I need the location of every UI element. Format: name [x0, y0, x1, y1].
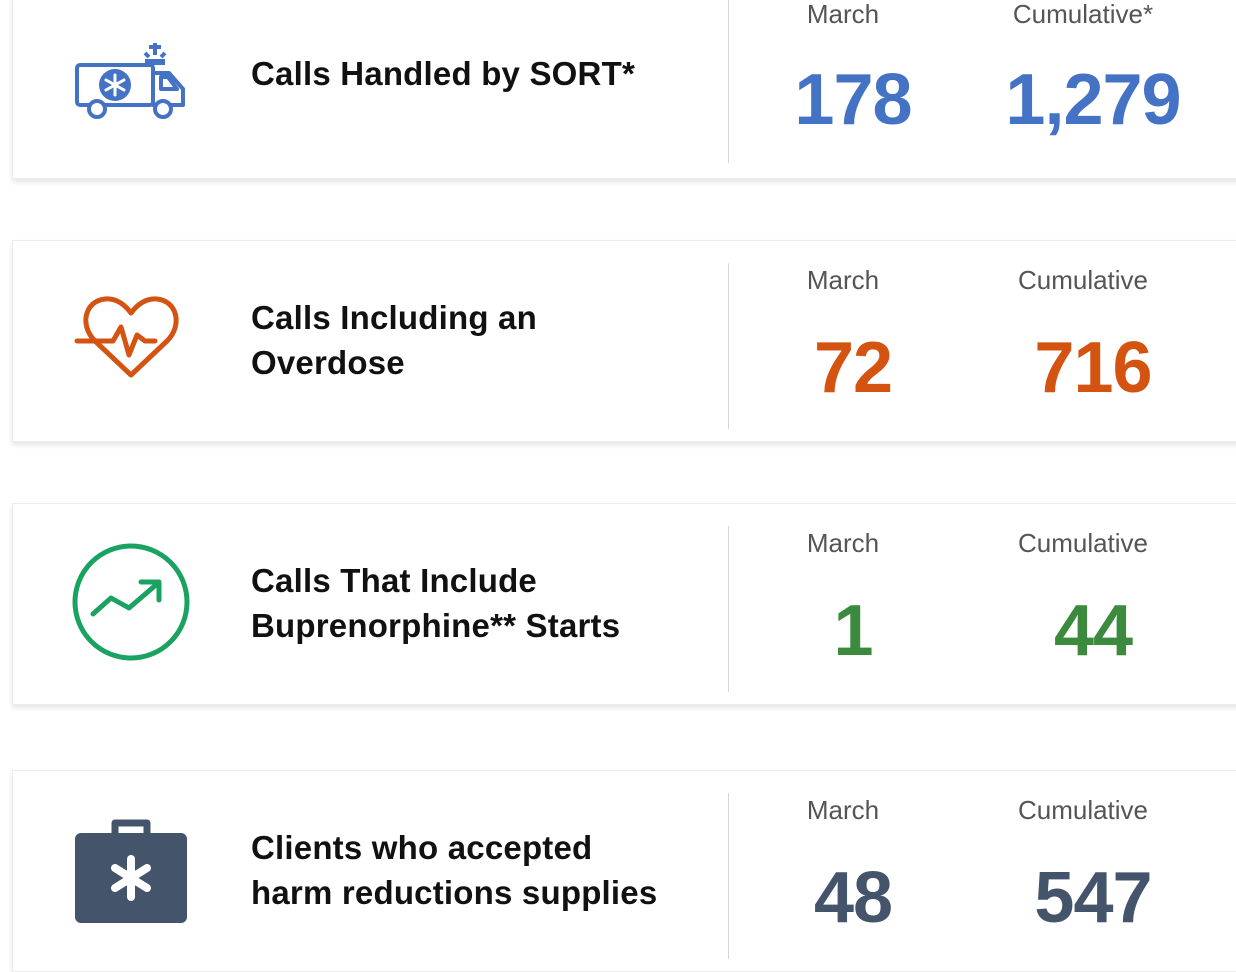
- month-header: March: [806, 795, 880, 825]
- month-value: 48: [813, 858, 893, 938]
- heartbeat-icon: [71, 279, 191, 399]
- medical-kit-icon: [71, 811, 191, 931]
- card-label: Calls That Include Buprenorphine** Start…: [251, 558, 620, 648]
- stat-card-sort-calls: Calls Handled by SORT* March Cumulative*…: [12, 0, 1236, 179]
- card-label-line: Clients who accepted: [251, 829, 593, 866]
- card-label-line: harm reductions supplies: [251, 874, 658, 911]
- cumulative-value: 547: [1034, 858, 1152, 938]
- month-value: 72: [813, 328, 893, 408]
- card-label: Calls Handled by SORT*: [251, 51, 635, 96]
- stat-card-buprenorphine-calls: Calls That Include Buprenorphine** Start…: [12, 503, 1236, 705]
- cumulative-header: Cumulative: [1017, 528, 1149, 558]
- cumulative-header: Cumulative*: [1012, 0, 1154, 29]
- month-header: March: [806, 0, 880, 29]
- stat-card-overdose-calls: Calls Including an Overdose March Cumula…: [12, 240, 1236, 442]
- trending-up-icon: [71, 542, 191, 662]
- cumulative-value: 44: [1053, 591, 1133, 671]
- card-label-line: Buprenorphine** Starts: [251, 607, 621, 644]
- card-label: Calls Including an Overdose: [251, 295, 537, 385]
- ambulance-icon: [71, 23, 191, 143]
- cumulative-header: Cumulative: [1017, 795, 1149, 825]
- card-label-line: Calls Handled by SORT*: [251, 55, 635, 92]
- cumulative-header: Cumulative: [1017, 265, 1149, 295]
- card-label-line: Calls That Include: [251, 562, 537, 599]
- card-label: Clients who accepted harm reductions sup…: [251, 825, 657, 915]
- cumulative-value: 716: [1034, 328, 1152, 408]
- month-header: March: [806, 265, 880, 295]
- month-header: March: [806, 528, 880, 558]
- month-value: 1: [833, 591, 873, 671]
- cumulative-value: 1,279: [1005, 60, 1181, 140]
- stat-card-harm-reduction-clients: Clients who accepted harm reductions sup…: [12, 770, 1236, 972]
- card-label-line: Overdose: [251, 344, 405, 381]
- card-label-line: Calls Including an: [251, 299, 537, 336]
- month-value: 178: [794, 60, 912, 140]
